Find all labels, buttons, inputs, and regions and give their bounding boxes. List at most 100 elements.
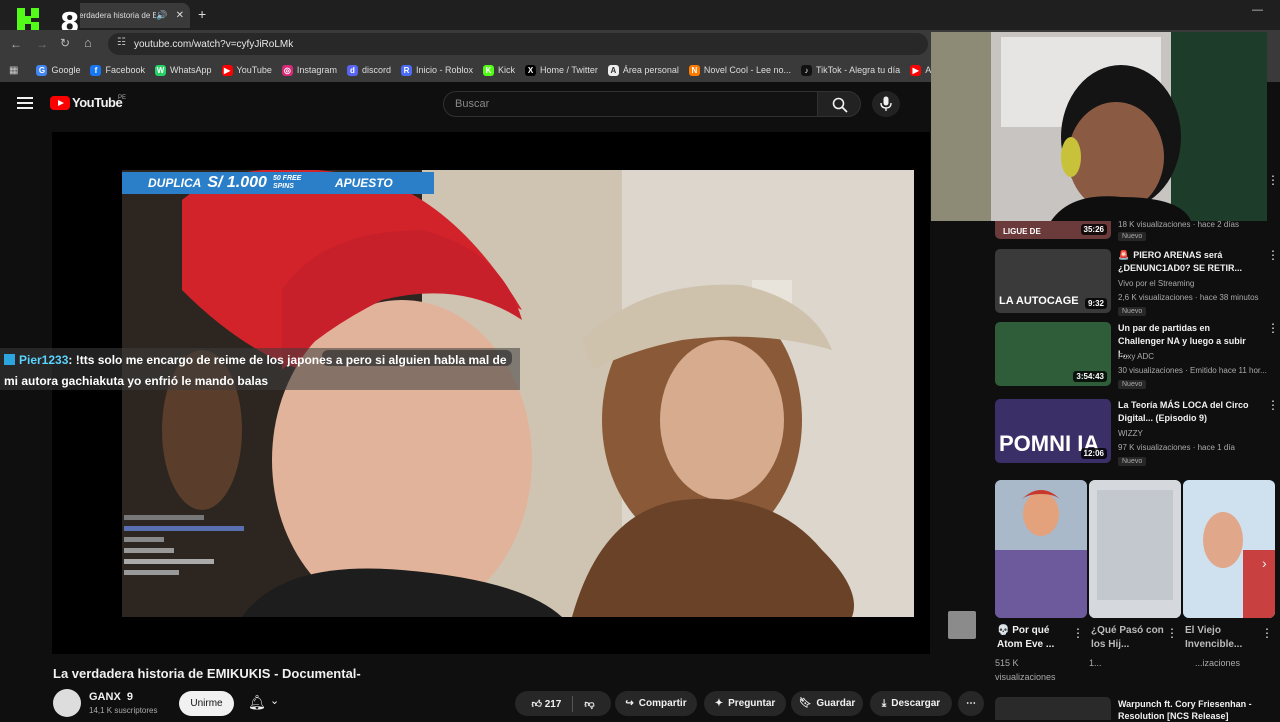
- short-views: 1...: [1089, 658, 1102, 668]
- dislike-button[interactable]: 👎︎: [584, 698, 594, 710]
- video-meta: 30 visualizaciones · Emitido hace 11 hor…: [1118, 366, 1267, 375]
- video-thumbnail[interactable]: LIGUE DE 35:26: [995, 221, 1111, 239]
- more-options-icon[interactable]: ⋮: [1267, 399, 1279, 411]
- bookmark-favicon: K: [483, 64, 494, 76]
- bookmark-label: Instagram: [296, 65, 337, 75]
- bookmark-item[interactable]: K Kick: [483, 64, 515, 76]
- search-button[interactable]: [817, 91, 861, 117]
- shorts-next-icon[interactable]: ›: [1262, 555, 1267, 571]
- channel-name[interactable]: Foxy ADC: [1118, 352, 1154, 361]
- more-options-icon[interactable]: ⋮: [1261, 627, 1273, 639]
- ask-button[interactable]: ✦ Preguntar: [704, 691, 786, 716]
- bookmark-favicon: R: [400, 64, 412, 76]
- recommendation-title-bottom[interactable]: Warpunch ft. Cory Friesenhan - Resolutio…: [1118, 698, 1258, 722]
- more-options-icon[interactable]: ⋮: [1072, 627, 1084, 639]
- bookmark-label: WhatsApp: [170, 65, 212, 75]
- like-button[interactable]: 👍︎ 217: [531, 698, 561, 710]
- bookmark-item[interactable]: ▶ YouTube: [221, 64, 272, 76]
- new-tab-icon[interactable]: +: [198, 6, 206, 22]
- tab-close-icon[interactable]: ✕: [176, 10, 184, 21]
- bookmark-item[interactable]: W WhatsApp: [155, 64, 212, 76]
- bookmark-favicon: X: [525, 64, 537, 76]
- more-options-icon[interactable]: ⋮: [1166, 627, 1178, 639]
- join-button[interactable]: Unirme: [179, 691, 234, 716]
- back-icon[interactable]: ←: [10, 37, 22, 51]
- video-thumbnail[interactable]: 3:54:43: [995, 322, 1111, 386]
- save-button[interactable]: 🔖︎ Guardar: [791, 691, 863, 716]
- bookmark-item[interactable]: ♪ TikTok - Alegra tu día: [800, 64, 901, 76]
- bookmark-item[interactable]: ◎ Instagram: [281, 64, 337, 76]
- new-badge: Nuevo: [1118, 307, 1147, 316]
- forward-icon[interactable]: →: [36, 37, 48, 51]
- video-meta: 2,6 K visualizaciones · hace 38 minutos: [1118, 293, 1259, 302]
- bookmark-label: discord: [361, 65, 391, 75]
- short-thumbnail[interactable]: [1183, 480, 1275, 618]
- sparkle-icon: ✦: [714, 698, 724, 709]
- browser-tab-bar: [0, 0, 1280, 30]
- youtube-play-icon: [50, 95, 70, 110]
- search-input[interactable]: Buscar: [443, 91, 818, 117]
- video-thumbnail[interactable]: LA AUTOCAGE 9:32: [995, 249, 1111, 313]
- video-meta: 18 K visualizaciones · hace 2 días: [1118, 220, 1239, 229]
- bookmark-item[interactable]: N Novel Cool - Lee no...: [688, 64, 791, 76]
- share-button[interactable]: ↪ Compartir: [615, 691, 697, 716]
- country-code: PE: [118, 95, 127, 101]
- bookmark-item[interactable]: A Área personal: [607, 64, 679, 76]
- site-info-icon[interactable]: ☷: [117, 37, 126, 48]
- bookmark-favicon: ▶: [221, 64, 233, 76]
- hamburger-menu-icon[interactable]: [17, 97, 33, 112]
- bookmark-item[interactable]: X Home / Twitter: [525, 64, 598, 76]
- bookmark-favicon: f: [90, 64, 102, 76]
- bookmark-item[interactable]: d discord: [346, 64, 391, 76]
- channel-name[interactable]: Vivo por el Streaming: [1118, 279, 1194, 288]
- stream-side-chat: [124, 515, 244, 575]
- share-icon: ↪: [625, 698, 634, 709]
- speaker-icon[interactable]: 🔊: [156, 10, 167, 21]
- microphone-icon: [880, 96, 892, 111]
- video-duration: 3:54:43: [1073, 371, 1107, 382]
- reload-icon[interactable]: ↻: [60, 36, 70, 50]
- bookmark-favicon: ♪: [800, 64, 812, 76]
- chat-username: Pier1233: [19, 353, 69, 367]
- bell-icon: 🔔︎: [248, 694, 266, 710]
- apps-grid-icon[interactable]: ▦: [9, 65, 18, 76]
- video-thumbnail[interactable]: POMNI IA 12:06: [995, 399, 1111, 463]
- voice-search-button[interactable]: [872, 91, 900, 117]
- channel-name[interactable]: WIZZY: [1118, 429, 1143, 438]
- sponsor-banner: DUPLICA S/ 1.000 50 FREE SPINS APUESTO: [122, 172, 434, 194]
- new-badge: Nuevo: [1118, 380, 1147, 389]
- url-bar[interactable]: ☷ youtube.com/watch?v=cyfyJiRoLMk: [108, 33, 928, 55]
- window-minimize-icon[interactable]: —: [1252, 4, 1263, 16]
- banner-brand: APUESTO: [334, 176, 393, 190]
- video-title[interactable]: La Teoría MÁS LOCA del Circo Digital... …: [1118, 399, 1256, 425]
- video-title[interactable]: 🚨 PIERO ARENAS será ¿DENUNC1AD0? SE RETIR…: [1118, 249, 1256, 275]
- bookmark-label: TikTok - Alegra tu día: [815, 65, 901, 75]
- bookmark-label: YouTube: [236, 65, 272, 75]
- bookmark-favicon: N: [688, 64, 700, 76]
- short-thumbnail[interactable]: [1089, 480, 1181, 618]
- home-icon[interactable]: ⌂: [84, 35, 92, 50]
- video-duration: 35:26: [1080, 224, 1107, 235]
- channel-avatar[interactable]: [53, 689, 81, 717]
- channel-watermark[interactable]: [948, 611, 976, 639]
- chat-icon: [4, 354, 15, 365]
- more-actions-button[interactable]: ⋯: [958, 691, 984, 716]
- bookmark-item[interactable]: f Facebook: [90, 64, 145, 76]
- youtube-logo[interactable]: YouTube: [50, 95, 123, 110]
- more-options-icon[interactable]: ⋮: [1267, 174, 1279, 186]
- short-thumbnail[interactable]: [995, 480, 1087, 618]
- bookmark-favicon: ▶: [910, 64, 922, 76]
- notifications-button[interactable]: 🔔︎ ⌄: [244, 692, 284, 716]
- bookmark-item[interactable]: G Google: [36, 64, 80, 76]
- url-text: youtube.com/watch?v=cyfyJiRoLMk: [134, 38, 294, 50]
- recommendation-thumbnail-bottom[interactable]: [995, 697, 1111, 720]
- more-options-icon[interactable]: ⋮: [1267, 322, 1279, 334]
- bookmark-item[interactable]: R Inicio - Roblox: [400, 64, 473, 76]
- short-views: 515 K visualizaciones: [995, 658, 1056, 682]
- webcam-scene: [931, 32, 1267, 221]
- download-button[interactable]: ⤓ Descargar: [870, 691, 952, 716]
- bookmark-favicon: d: [346, 64, 358, 76]
- channel-name[interactable]: GANX 9: [89, 691, 133, 703]
- bookmark-favicon: ◎: [281, 64, 293, 76]
- more-options-icon[interactable]: ⋮: [1267, 249, 1279, 261]
